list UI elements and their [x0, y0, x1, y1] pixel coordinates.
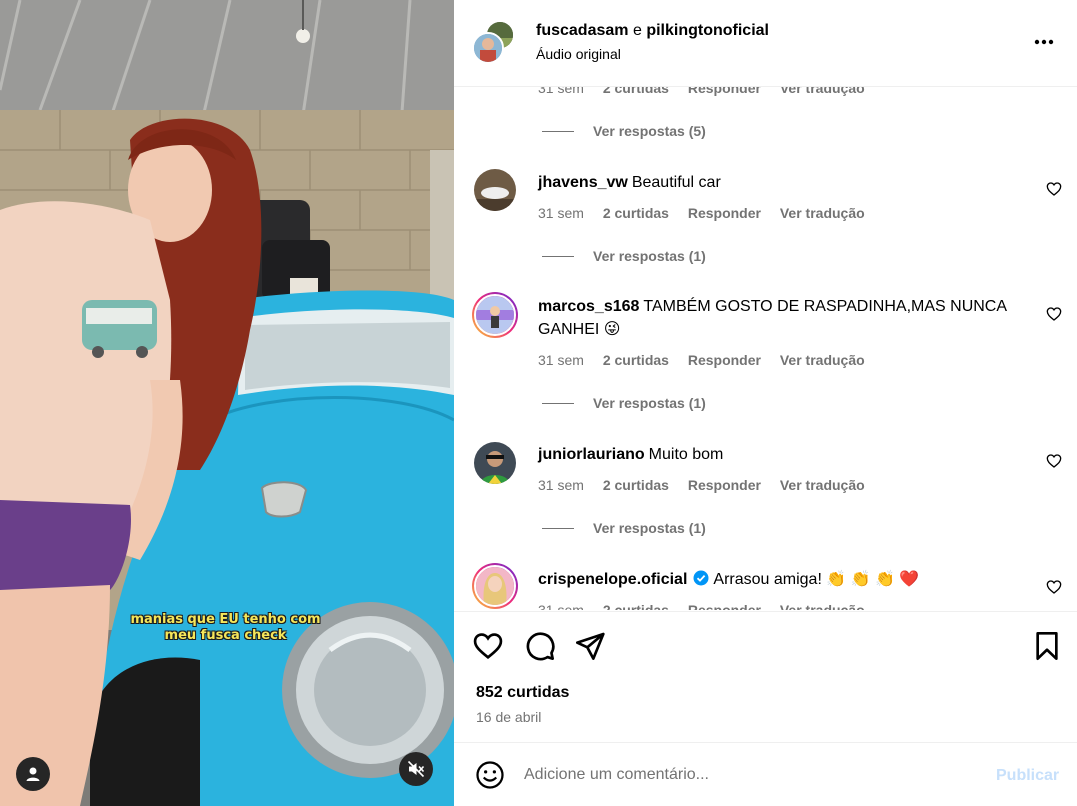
comment-text: juniorlauriano Muito bom — [538, 443, 1028, 466]
comment-likes[interactable]: 2 curtidas — [603, 87, 669, 96]
reply-button[interactable]: Responder — [688, 205, 761, 221]
comment-body: Arrasou amiga! 👏 👏 👏 ❤️ — [713, 571, 920, 588]
likes-count[interactable]: 852 curtidas — [476, 684, 569, 702]
heart-icon[interactable] — [472, 630, 504, 662]
comment-meta-partial: 31 sem 2 curtidas Responder Ver tradução — [538, 87, 880, 96]
replies-divider — [542, 527, 574, 529]
comment-time: 31 sem — [538, 205, 584, 221]
comment-avatar[interactable] — [474, 169, 516, 211]
user-tag-icon — [26, 767, 40, 781]
post-authors: fuscadasam e pilkingtonoficial — [536, 22, 769, 40]
view-replies-button[interactable]: Ver respostas (1) — [542, 520, 706, 536]
view-replies-label: Ver respostas (1) — [593, 395, 706, 411]
comment-likes[interactable]: 2 curtidas — [603, 602, 669, 610]
avatar-author-1[interactable] — [472, 32, 504, 64]
caption-line-2: meu fusca check — [164, 628, 287, 643]
comment-meta: 31 sem 2 curtidas Responder Ver tradução — [538, 205, 880, 221]
comment-likes[interactable]: 2 curtidas — [603, 352, 669, 368]
comment-body: Beautiful car — [631, 174, 721, 191]
post-video[interactable]: manias que EU tenho com meu fusca check — [0, 0, 454, 806]
video-caption: manias que EU tenho com meu fusca check — [118, 612, 333, 644]
author-2-link[interactable]: pilkingtonoficial — [646, 22, 769, 39]
post-header: fuscadasam e pilkingtonoficial Áudio ori… — [454, 0, 1077, 87]
view-replies-label: Ver respostas (5) — [593, 123, 706, 139]
comment-time: 31 sem — [538, 477, 584, 493]
save-icon[interactable] — [1031, 630, 1063, 662]
reply-button[interactable]: Responder — [688, 87, 761, 96]
view-replies-button[interactable]: Ver respostas (1) — [542, 248, 706, 264]
comment-username[interactable]: jhavens_vw — [538, 174, 628, 191]
replies-divider — [542, 402, 574, 404]
verified-icon — [693, 570, 709, 586]
post-actions: 852 curtidas 16 de abril — [454, 611, 1077, 742]
caption-line-1: manias que EU tenho com — [130, 612, 321, 627]
comment-input[interactable] — [524, 761, 974, 789]
comment-icon[interactable] — [524, 630, 556, 662]
post-date[interactable]: 16 de abril — [476, 709, 541, 725]
comment-text: jhavens_vw Beautiful car — [538, 171, 1028, 194]
comment-username[interactable]: crispenelope.oficial — [538, 571, 687, 588]
comment-avatar[interactable] — [472, 563, 518, 609]
comment-time: 31 sem — [538, 87, 584, 96]
comment-username[interactable]: juniorlauriano — [538, 446, 645, 463]
user-tag-button[interactable] — [16, 757, 50, 791]
translate-button[interactable]: Ver tradução — [780, 352, 865, 368]
comment-like-heart-icon[interactable] — [1046, 306, 1062, 322]
comment-username[interactable]: marcos_s168 — [538, 298, 639, 315]
comment-time: 31 sem — [538, 352, 584, 368]
comment-like-heart-icon[interactable] — [1046, 453, 1062, 469]
audio-link[interactable]: Áudio original — [536, 46, 621, 62]
replies-divider — [542, 255, 574, 257]
comment-likes[interactable]: 2 curtidas — [603, 477, 669, 493]
mute-icon — [407, 760, 425, 778]
author-separator: e — [632, 22, 642, 39]
comment-avatar[interactable] — [474, 442, 516, 484]
comment-time: 31 sem — [538, 602, 584, 610]
comment-body: Muito bom — [648, 446, 724, 463]
reply-button[interactable]: Responder — [688, 602, 761, 610]
comment-avatar[interactable] — [472, 292, 518, 338]
share-icon[interactable] — [574, 630, 606, 662]
view-replies-label: Ver respostas (1) — [593, 248, 706, 264]
comment-like-heart-icon[interactable] — [1046, 579, 1062, 595]
translate-button[interactable]: Ver tradução — [780, 87, 865, 96]
mute-button[interactable] — [399, 752, 433, 786]
comments-list[interactable]: 31 sem 2 curtidas Responder Ver tradução… — [454, 87, 1077, 610]
post-details-panel: fuscadasam e pilkingtonoficial Áudio ori… — [454, 0, 1077, 806]
view-replies-label: Ver respostas (1) — [593, 520, 706, 536]
comment-meta: 31 sem 2 curtidas Responder Ver tradução — [538, 602, 880, 610]
more-options-icon[interactable] — [1032, 30, 1056, 54]
comment-meta: 31 sem 2 curtidas Responder Ver tradução — [538, 477, 880, 493]
comment-likes[interactable]: 2 curtidas — [603, 205, 669, 221]
translate-button[interactable]: Ver tradução — [780, 205, 865, 221]
reply-button[interactable]: Responder — [688, 477, 761, 493]
reply-button[interactable]: Responder — [688, 352, 761, 368]
emoji-icon[interactable] — [475, 760, 505, 790]
view-replies-button[interactable]: Ver respostas (1) — [542, 395, 706, 411]
comment-text: marcos_s168 TAMBÉM GOSTO DE RASPADINHA,MA… — [538, 295, 1028, 341]
author-avatars[interactable] — [472, 20, 518, 66]
add-comment-bar: Publicar — [454, 742, 1077, 806]
video-frame-illustration — [0, 0, 454, 806]
replies-divider — [542, 130, 574, 132]
view-replies-button[interactable]: Ver respostas (5) — [542, 123, 706, 139]
translate-button[interactable]: Ver tradução — [780, 477, 865, 493]
publish-button[interactable]: Publicar — [996, 767, 1059, 785]
comment-text: crispenelope.oficial Arrasou amiga! 👏 👏 👏… — [538, 568, 1028, 591]
author-1-link[interactable]: fuscadasam — [536, 22, 629, 39]
translate-button[interactable]: Ver tradução — [780, 602, 865, 610]
comment-meta: 31 sem 2 curtidas Responder Ver tradução — [538, 352, 880, 368]
comment-like-heart-icon[interactable] — [1046, 181, 1062, 197]
